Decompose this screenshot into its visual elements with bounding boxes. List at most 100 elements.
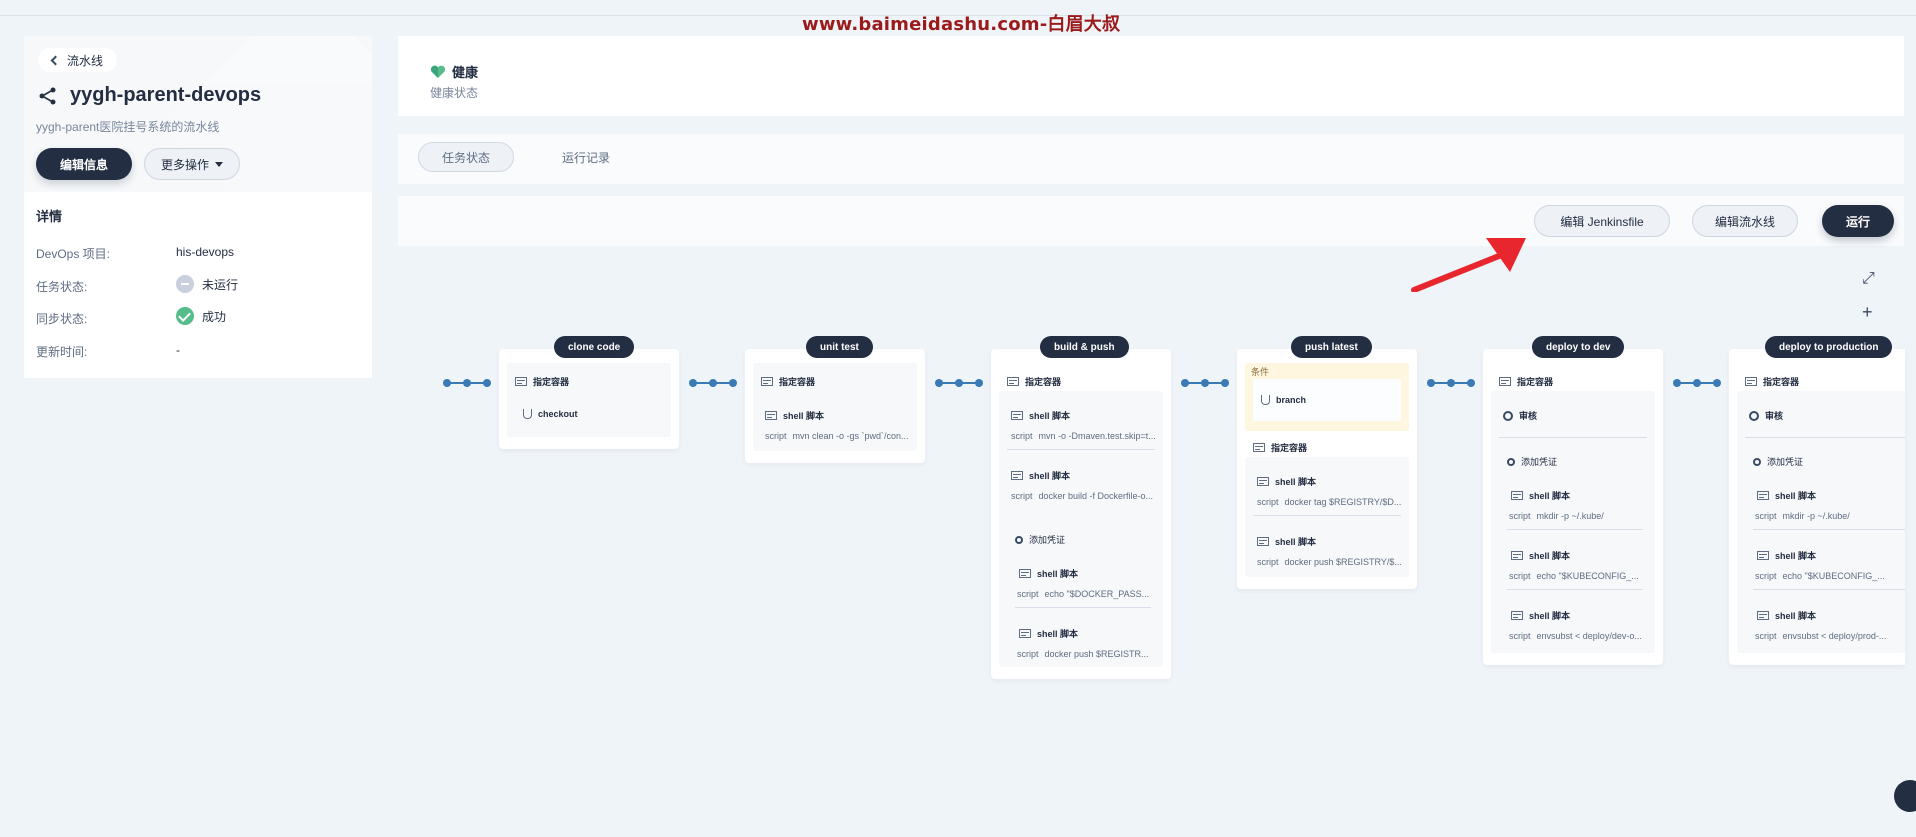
step-shell[interactable]: shell 脚本 xyxy=(1757,609,1816,622)
step-shell[interactable]: shell 脚本 xyxy=(1011,409,1070,422)
heart-icon xyxy=(430,65,446,78)
step-review[interactable]: 审核 xyxy=(1503,409,1537,422)
stage-tag-unit-test[interactable]: unit test xyxy=(806,336,873,358)
step-script: script mvn -o -Dmaven.test.skip=t... xyxy=(1011,431,1156,441)
condition-branch[interactable]: branch xyxy=(1261,395,1306,405)
step-shell[interactable]: shell 脚本 xyxy=(1019,627,1078,640)
step-shell[interactable]: shell 脚本 xyxy=(1511,609,1570,622)
terminal-icon xyxy=(1011,471,1023,480)
step-container[interactable]: 指定容器 xyxy=(1253,441,1307,454)
pipeline-icon xyxy=(39,87,56,104)
step-credential[interactable]: 添加凭证 xyxy=(1753,455,1803,468)
review-icon xyxy=(1503,410,1513,421)
step-review[interactable]: 审核 xyxy=(1749,409,1783,422)
stage-tag-deploy-production[interactable]: deploy to production xyxy=(1765,336,1893,358)
step-shell[interactable]: shell 脚本 xyxy=(1257,475,1316,488)
step-credential[interactable]: 添加凭证 xyxy=(1015,533,1065,546)
script-label: script xyxy=(1017,649,1039,659)
stage-tag-push-latest[interactable]: push latest xyxy=(1291,336,1372,358)
git-branch-icon xyxy=(1261,395,1270,405)
step-container[interactable]: 指定容器 xyxy=(1007,375,1061,388)
stage-box-unit-test[interactable]: 指定容器 shell 脚本 script mvn clean -o -gs `pw… xyxy=(745,349,925,463)
step-shell[interactable]: shell 脚本 xyxy=(765,409,824,422)
script-label: script xyxy=(1755,631,1777,641)
connector-dot xyxy=(1673,379,1681,387)
step-credential[interactable]: 添加凭证 xyxy=(1507,455,1557,468)
script-label: script xyxy=(1509,511,1531,521)
connector-dot xyxy=(1221,379,1229,387)
detail-label-task-status: 任务状态: xyxy=(36,280,88,294)
stage-box-deploy-production[interactable]: 指定容器 审核 添加凭证 shell 脚本 script mkdir -p ~/.… xyxy=(1729,349,1905,665)
step-shell[interactable]: shell 脚本 xyxy=(1757,549,1816,562)
stage-box-push-latest[interactable]: 条件 branch 指定容器 shell 脚本 script docker tag… xyxy=(1237,349,1417,589)
back-to-pipelines-button[interactable]: 流水线 xyxy=(38,48,118,72)
stage-box-clone-code[interactable]: 指定容器 checkout xyxy=(499,349,679,449)
edit-pipeline-button[interactable]: 编辑流水线 xyxy=(1692,205,1798,237)
connector-dot xyxy=(729,379,737,387)
step-container[interactable]: 指定容器 xyxy=(761,375,815,388)
run-button[interactable]: 运行 xyxy=(1822,205,1894,237)
step-label: shell 脚本 xyxy=(1775,551,1817,561)
script-text: echo "$KUBECONFIG_... xyxy=(1536,571,1639,581)
sync-status-text: 成功 xyxy=(202,309,227,324)
step-label: shell 脚本 xyxy=(1529,491,1571,501)
terminal-icon xyxy=(1257,537,1269,546)
step-divider xyxy=(1007,449,1155,450)
step-shell[interactable]: shell 脚本 xyxy=(1511,489,1570,502)
script-text: mvn clean -o -gs `pwd`/con... xyxy=(792,431,909,441)
add-stage-icon[interactable]: + xyxy=(1862,302,1873,323)
script-text: docker push $REGISTR... xyxy=(1044,649,1149,659)
edit-jenkinsfile-button[interactable]: 编辑 Jenkinsfile xyxy=(1534,205,1670,237)
floating-tools-button[interactable] xyxy=(1894,780,1916,812)
stage-box-deploy-dev[interactable]: 指定容器 审核 添加凭证 shell 脚本 script mkdir -p ~/.… xyxy=(1483,349,1663,665)
detail-label-project: DevOps 项目: xyxy=(36,247,111,261)
more-actions-button[interactable]: 更多操作 xyxy=(144,148,240,180)
script-text: echo "$KUBECONFIG_... xyxy=(1782,571,1885,581)
step-shell[interactable]: shell 脚本 xyxy=(1757,489,1816,502)
key-icon xyxy=(1507,457,1515,466)
step-divider xyxy=(1745,437,1905,438)
terminal-icon xyxy=(1019,569,1031,578)
stage-tag-clone-code[interactable]: clone code xyxy=(554,336,635,358)
step-label: 添加凭证 xyxy=(1521,457,1558,467)
connector-dot xyxy=(935,379,943,387)
tab-task-status[interactable]: 任务状态 xyxy=(418,142,514,172)
condition-text: branch xyxy=(1276,395,1307,405)
step-label: shell 脚本 xyxy=(1529,611,1571,621)
step-checkout[interactable]: checkout xyxy=(523,409,578,419)
step-label: shell 脚本 xyxy=(1775,611,1817,621)
health-title-text: 健康 xyxy=(452,65,479,80)
pipeline-toolbar: 编辑 Jenkinsfile 编辑流水线 运行 xyxy=(398,196,1904,246)
tab-run-records[interactable]: 运行记录 xyxy=(546,142,626,172)
stage-tag-build-push[interactable]: build & push xyxy=(1040,336,1129,358)
connector-dot xyxy=(1427,379,1435,387)
step-script: script mkdir -p ~/.kube/ xyxy=(1755,511,1850,521)
terminal-icon xyxy=(1257,477,1269,486)
key-icon xyxy=(1015,535,1023,544)
step-divider xyxy=(1507,589,1643,590)
step-container[interactable]: 指定容器 xyxy=(515,375,569,388)
terminal-icon xyxy=(1511,611,1523,620)
step-container[interactable]: 指定容器 xyxy=(1745,375,1799,388)
stage-box-build-push[interactable]: 指定容器 shell 脚本 script mvn -o -Dmaven.test.… xyxy=(991,349,1171,679)
step-shell[interactable]: shell 脚本 xyxy=(1019,567,1078,580)
fullscreen-icon[interactable]: ⤢ xyxy=(1862,270,1875,288)
detail-label-sync-status: 同步状态: xyxy=(36,312,88,326)
success-check-icon xyxy=(176,307,194,325)
edit-info-button[interactable]: 编辑信息 xyxy=(36,148,132,180)
step-container[interactable]: 指定容器 xyxy=(1499,375,1553,388)
script-label: script xyxy=(1011,491,1033,501)
script-label: script xyxy=(1257,557,1279,567)
stage-tag-deploy-dev[interactable]: deploy to dev xyxy=(1532,336,1625,358)
connector-dot xyxy=(975,379,983,387)
step-shell[interactable]: shell 脚本 xyxy=(1257,535,1316,548)
details-card: 详情 DevOps 项目: his-devops 任务状态: 未运行 同步状态:… xyxy=(24,192,372,378)
connector-dot xyxy=(1181,379,1189,387)
step-shell[interactable]: shell 脚本 xyxy=(1511,549,1570,562)
script-text: docker push $REGISTRY/$... xyxy=(1284,557,1402,567)
terminal-icon xyxy=(1511,491,1523,500)
not-run-status-icon xyxy=(176,275,194,293)
terminal-icon xyxy=(1019,629,1031,638)
step-divider xyxy=(1753,589,1905,590)
step-shell[interactable]: shell 脚本 xyxy=(1011,469,1070,482)
